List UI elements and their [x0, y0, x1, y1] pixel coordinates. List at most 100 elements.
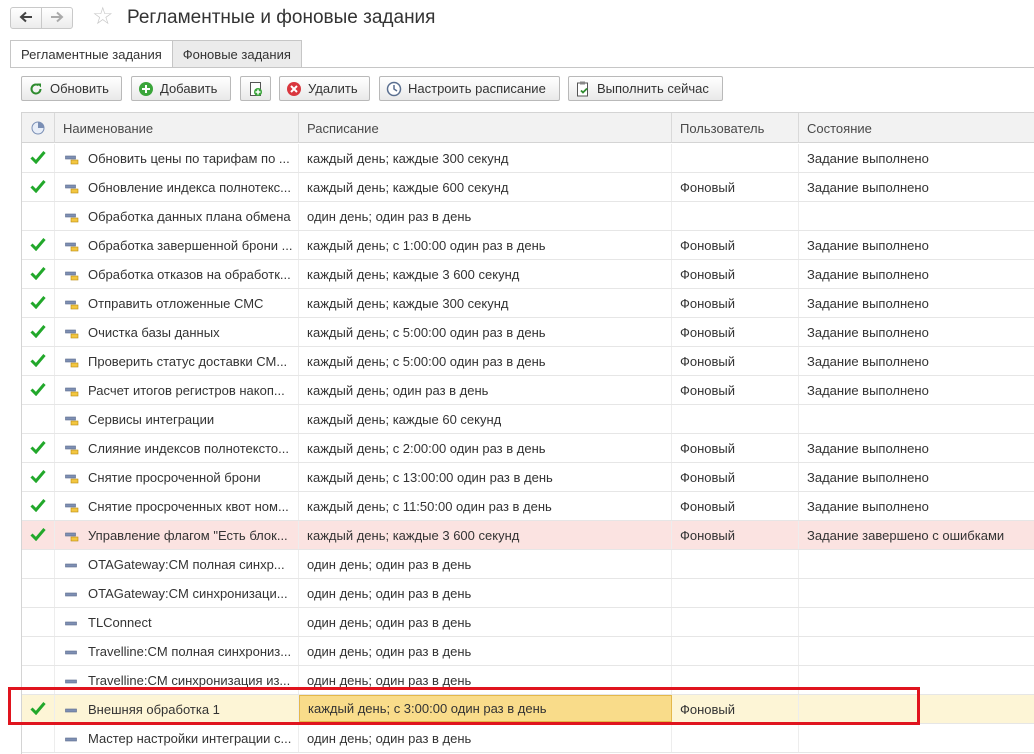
status-cell — [22, 260, 55, 288]
tab-bar: Регламентные задания Фоновые задания — [10, 40, 302, 68]
column-name[interactable]: Наименование — [55, 113, 299, 143]
job-name: OTAGateway:CM полная синхр... — [88, 556, 285, 572]
state-cell: Задание выполнено — [807, 353, 929, 369]
refresh-button[interactable]: Обновить — [21, 76, 122, 101]
table-row[interactable]: TLConnect один день; один раз в день — [22, 608, 1034, 637]
job-name: Расчет итогов регистров накоп... — [88, 382, 285, 398]
external-processing-icon — [65, 617, 79, 627]
table-row[interactable]: Снятие просроченной брони каждый день; с … — [22, 463, 1034, 492]
configure-schedule-label: Настроить расписание — [408, 81, 546, 96]
table-row[interactable]: Расчет итогов регистров накоп... каждый д… — [22, 376, 1034, 405]
schedule-cell: каждый день; с 5:00:00 один раз в день — [299, 318, 672, 346]
job-name: Сервисы интеграции — [88, 411, 215, 427]
name-cell: Внешняя обработка 1 — [55, 695, 299, 723]
job-name: Снятие просроченной брони — [88, 469, 261, 485]
table-row[interactable]: Travelline:CM синхронизация из... один де… — [22, 666, 1034, 695]
star-icon[interactable]: ☆ — [92, 5, 114, 29]
user-cell — [672, 550, 799, 578]
table-row[interactable]: Обработка отказов на обработк... каждый д… — [22, 260, 1034, 289]
state-cell — [799, 666, 1034, 694]
job-name: Отправить отложенные СМС — [88, 295, 264, 311]
status-column-icon[interactable] — [22, 113, 55, 143]
name-cell: TLConnect — [55, 608, 299, 636]
delete-button[interactable]: Удалить — [279, 76, 370, 101]
status-cell — [22, 434, 55, 462]
schedule-cell: каждый день; с 2:00:00 один раз в день — [299, 434, 672, 462]
page-title: Регламентные и фоновые задания — [127, 7, 436, 28]
external-processing-icon — [65, 733, 79, 743]
name-cell: Снятие просроченной брони — [55, 463, 299, 491]
copy-button[interactable] — [240, 76, 271, 101]
column-state[interactable]: Состояние — [799, 113, 1034, 143]
status-cell — [22, 202, 55, 230]
name-cell: OTAGateway:CM полная синхр... — [55, 550, 299, 578]
user-cell: Фоновый — [672, 231, 799, 259]
job-name: OTAGateway:CM синхронизаци... — [88, 585, 288, 601]
table-row[interactable]: Отправить отложенные СМС каждый день; каж… — [22, 289, 1034, 318]
column-user[interactable]: Пользователь — [672, 113, 799, 143]
schedule-cell: один день; один раз в день — [299, 608, 672, 636]
table-row[interactable]: Очистка базы данных каждый день; с 5:00:0… — [22, 318, 1034, 347]
name-cell: Очистка базы данных — [55, 318, 299, 346]
table-row[interactable]: Слияние индексов полнотексто... каждый де… — [22, 434, 1034, 463]
add-button[interactable]: Добавить — [131, 76, 231, 101]
state-cell: Задание выполнено — [807, 266, 929, 282]
schedule-cell: каждый день; с 5:00:00 один раз в день — [299, 347, 672, 375]
user-cell: Фоновый — [672, 695, 799, 723]
schedule-cell: каждый день; с 11:50:00 один раз в день — [299, 492, 672, 520]
schedule-cell: один день; один раз в день — [299, 579, 672, 607]
table-row[interactable]: OTAGateway:CM синхронизаци... один день; … — [22, 579, 1034, 608]
state-cell — [799, 550, 1034, 578]
state-cell: Задание выполнено — [807, 295, 929, 311]
run-now-button[interactable]: Выполнить сейчас — [568, 76, 723, 101]
state-cell — [799, 695, 1034, 723]
status-cell — [22, 550, 55, 578]
job-name: Обработка завершенной брони ... — [88, 237, 293, 253]
forward-button[interactable] — [41, 7, 73, 29]
user-cell: Фоновый — [672, 434, 799, 462]
user-cell: Фоновый — [672, 347, 799, 375]
name-cell: Обновление индекса полнотекс... — [55, 173, 299, 201]
table-row[interactable]: Управление флагом "Есть блок... каждый де… — [22, 521, 1034, 550]
user-cell: Фоновый — [672, 173, 799, 201]
table-row[interactable]: OTAGateway:CM полная синхр... один день; … — [22, 550, 1034, 579]
external-processing-icon — [65, 588, 79, 598]
table-row[interactable]: Проверить статус доставки СМ... каждый де… — [22, 347, 1034, 376]
schedule-cell: один день; один раз в день — [299, 550, 672, 578]
table-row[interactable]: Мастер настройки интеграции с... один ден… — [22, 724, 1034, 753]
state-cell — [799, 579, 1034, 607]
table-row[interactable]: Снятие просроченных квот ном... каждый де… — [22, 492, 1034, 521]
table-row[interactable]: Travelline:CM полная синхрониз... один де… — [22, 637, 1034, 666]
job-name: Travelline:CM синхронизация из... — [88, 672, 291, 688]
table-row[interactable]: Внешняя обработка 1 каждый день; с 3:00:0… — [22, 695, 1034, 724]
configure-schedule-button[interactable]: Настроить расписание — [379, 76, 560, 101]
table-row[interactable]: Обновить цены по тарифам по ... каждый де… — [22, 144, 1034, 173]
checkmark-icon — [30, 353, 46, 370]
job-name: Travelline:CM полная синхрониз... — [88, 643, 292, 659]
checkmark-icon — [30, 527, 46, 544]
user-cell: Фоновый — [672, 463, 799, 491]
job-name: Обработка отказов на обработк... — [88, 266, 291, 282]
column-schedule[interactable]: Расписание — [299, 113, 672, 143]
schedule-cell: каждый день; каждые 300 секунд — [299, 289, 672, 317]
table-row[interactable]: Обновление индекса полнотекс... каждый де… — [22, 173, 1034, 202]
table-row[interactable]: Сервисы интеграции каждый день; каждые 60… — [22, 405, 1034, 434]
table-row[interactable]: Обработка завершенной брони ... каждый де… — [22, 231, 1034, 260]
scheduled-job-icon — [65, 211, 79, 223]
external-processing-icon — [65, 559, 79, 569]
table-row[interactable]: Обработка данных плана обмена один день; … — [22, 202, 1034, 231]
status-cell — [22, 724, 55, 752]
back-button[interactable] — [10, 7, 42, 29]
scheduled-job-icon — [65, 269, 79, 281]
checkmark-icon — [30, 701, 46, 718]
scheduled-job-icon — [65, 472, 79, 484]
status-cell — [22, 144, 55, 172]
external-processing-icon — [65, 675, 79, 685]
schedule-cell: один день; один раз в день — [299, 666, 672, 694]
tab-background-jobs[interactable]: Фоновые задания — [172, 40, 302, 68]
state-cell: Задание выполнено — [807, 498, 929, 514]
tab-scheduled-jobs[interactable]: Регламентные задания — [10, 40, 173, 68]
schedule-cell: каждый день; с 13:00:00 один раз в день — [299, 463, 672, 491]
job-name: Мастер настройки интеграции с... — [88, 730, 292, 746]
user-cell — [672, 666, 799, 694]
